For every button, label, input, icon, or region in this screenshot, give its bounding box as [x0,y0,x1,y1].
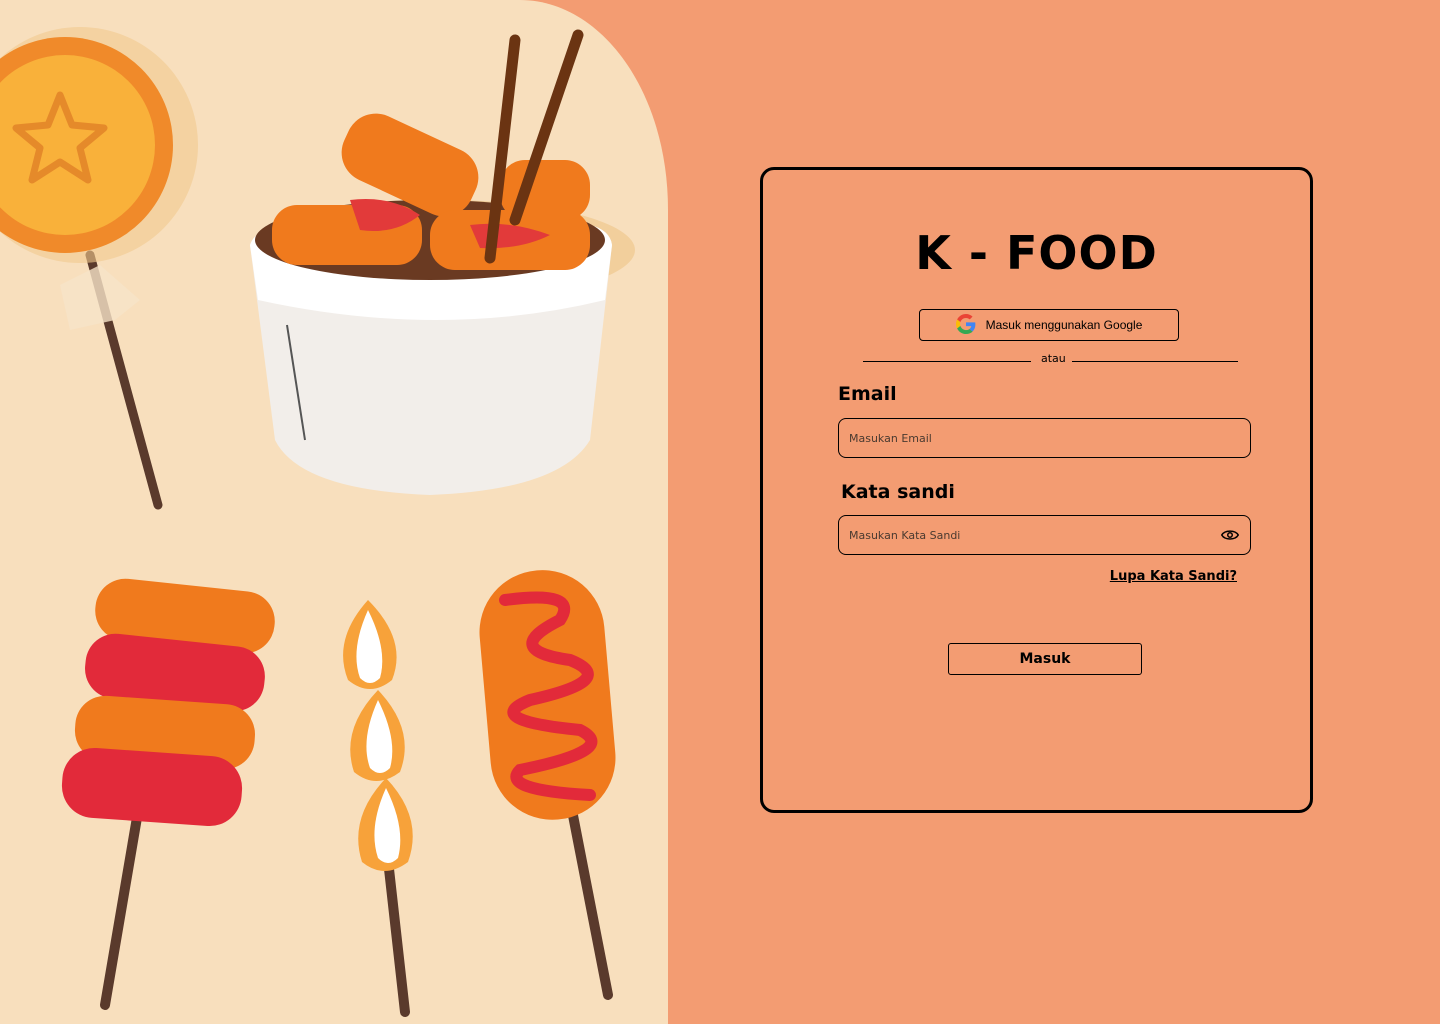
email-input[interactable] [839,419,1250,457]
email-label: Email [838,383,897,405]
google-login-label: Masuk menggunakan Google [985,318,1143,332]
or-divider: atau [863,350,1238,370]
login-card: K - FOOD Masuk menggunakan Google atau E… [760,167,1313,813]
email-field-wrapper [838,418,1251,458]
divider-line-left [863,361,1031,362]
brand-title: K - FOOD [915,226,1158,280]
eye-icon[interactable] [1220,525,1240,545]
google-login-button[interactable]: Masuk menggunakan Google [919,309,1179,341]
login-page: K - FOOD Masuk menggunakan Google atau E… [0,0,1440,1024]
forgot-password-link[interactable]: Lupa Kata Sandi? [1110,569,1237,584]
food-illustration [0,0,668,1024]
google-logo-icon [955,313,976,337]
submit-login-button[interactable]: Masuk [948,643,1142,675]
password-field-wrapper [838,515,1251,555]
password-input[interactable] [839,516,1220,554]
password-label: Kata sandi [841,481,955,503]
divider-line-right [1072,361,1238,362]
divider-text: atau [1041,352,1066,365]
